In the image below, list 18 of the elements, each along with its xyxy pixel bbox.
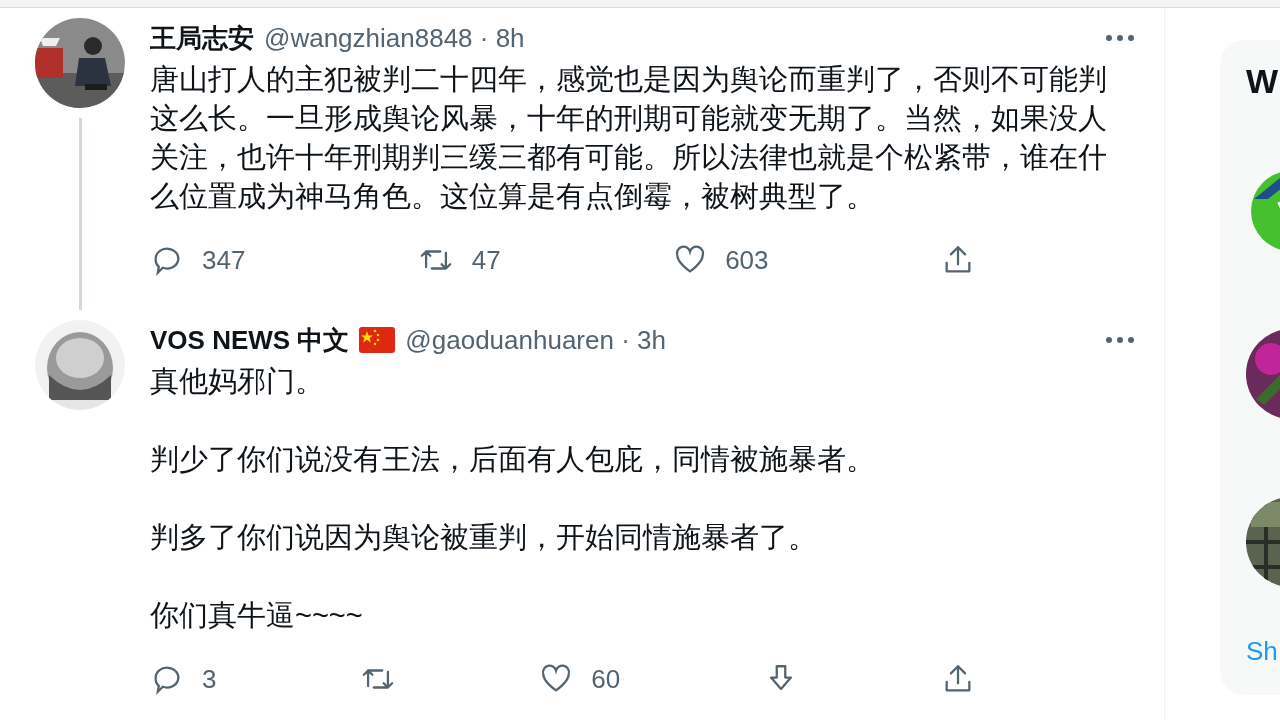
display-name: 王局志安 <box>150 21 254 55</box>
handle-and-time: @wangzhian8848 · 8h <box>264 22 525 54</box>
action-count: 347 <box>202 244 246 276</box>
action-count: 60 <box>591 663 621 695</box>
action-count: 47 <box>471 244 501 276</box>
tweet-text: 判多了你们说因为舆论被重判，开始同情施暴者了。 <box>150 520 818 555</box>
tweet-text: 你们真牛逼~~~~ <box>150 598 364 633</box>
tweet-text: 唐山打人的主犯被判二十四年，感觉也是因为舆论而重判了，否则不可能判这么长。一旦形成舆论风暴，十年的刑期可能就变无期了。当然，如果没人关注，也许十年刑期判三缓三都有可能。所以法律也就是个松紧带，谁在什么位置成为神马角色。这位算是有点倒霉，被树典型了。 <box>150 62 1108 214</box>
action-count: 3 <box>202 663 217 695</box>
panel-heading: W <box>1246 62 1280 102</box>
tweet-text: 判少了你们说没有王法，后面有人包庇，同情被施暴者。 <box>150 442 876 477</box>
more-icon[interactable] <box>1105 336 1135 344</box>
more-icon[interactable] <box>1105 34 1135 42</box>
action-count: 603 <box>725 244 769 276</box>
show-more-link[interactable]: Sh <box>1246 636 1280 667</box>
tweet-text: 真他妈邪门。 <box>150 364 325 399</box>
handle-and-time: @gaoduanhuaren · 3h <box>405 324 666 356</box>
display-name: VOS NEWS 中文 <box>150 323 350 357</box>
